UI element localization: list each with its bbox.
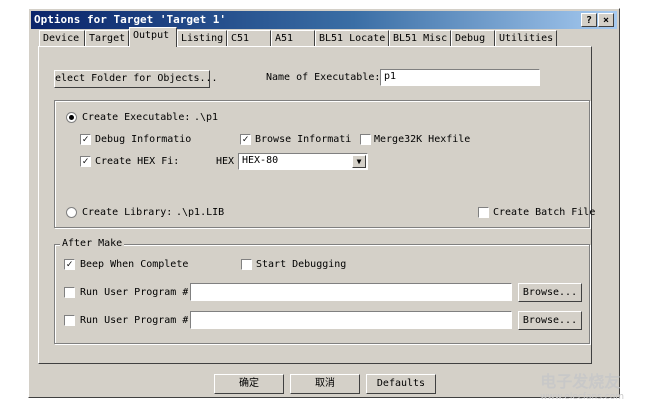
browse-info-checkbox[interactable]: ✓ — [240, 134, 251, 145]
create-library-path: .\p1.LIB — [176, 207, 225, 218]
tab-bl51-misc[interactable]: BL51 Misc — [389, 30, 451, 46]
name-of-executable-input[interactable]: p1 — [380, 69, 540, 86]
cancel-button[interactable]: 取消 — [290, 374, 360, 394]
title-bar: Options for Target 'Target 1' ? × — [31, 11, 617, 29]
check-icon: ✓ — [242, 134, 249, 145]
create-batch-checkbox[interactable] — [478, 207, 489, 218]
debug-info-checkbox[interactable]: ✓ — [80, 134, 91, 145]
select-folder-label: elect Folder for Objects... — [55, 73, 218, 84]
chevron-down-icon[interactable]: ▼ — [352, 155, 366, 168]
select-folder-button[interactable]: elect Folder for Objects... — [54, 70, 218, 88]
tab-bl51-locate[interactable]: BL51 Locate — [315, 30, 389, 46]
close-button[interactable]: × — [598, 13, 614, 27]
debug-info-label: Debug Informatio — [95, 134, 192, 145]
browse-1-button[interactable]: Browse... — [518, 283, 582, 302]
create-executable-label: Create Executable: — [82, 112, 191, 123]
hex-format-select[interactable]: HEX-80 ▼ — [238, 153, 368, 170]
tab-a51[interactable]: A51 — [271, 30, 315, 46]
tab-listing[interactable]: Listing — [177, 30, 227, 46]
create-executable-radio[interactable] — [66, 112, 77, 123]
check-icon: ✓ — [82, 156, 89, 167]
create-library-label: Create Library: — [82, 207, 173, 218]
beep-label: Beep When Complete — [80, 259, 189, 270]
tab-utilities[interactable]: Utilities — [495, 30, 557, 46]
tab-device[interactable]: Device — [39, 30, 85, 46]
tab-debug[interactable]: Debug — [451, 30, 495, 46]
browse-info-label: Browse Informati — [255, 134, 352, 145]
tab-target[interactable]: Target — [85, 30, 129, 46]
tab-c51[interactable]: C51 — [227, 30, 271, 46]
radio-selected-dot — [69, 115, 74, 120]
create-hex-checkbox[interactable]: ✓ — [80, 156, 91, 167]
create-executable-path: .\p1 — [194, 112, 219, 123]
browse-2-button[interactable]: Browse... — [518, 311, 582, 330]
window-title: Options for Target 'Target 1' — [34, 13, 227, 26]
name-of-executable-label: Name of Executable: — [266, 72, 381, 83]
watermark: 电子发烧友 www.elecfans.com — [540, 368, 624, 402]
beep-checkbox[interactable]: ✓ — [64, 259, 75, 270]
watermark-url: www.elecfans.com — [540, 392, 624, 402]
run-user-1-checkbox[interactable] — [64, 287, 75, 298]
run-user-2-checkbox[interactable] — [64, 315, 75, 326]
check-icon: ✓ — [66, 259, 73, 270]
help-button[interactable]: ? — [581, 13, 597, 27]
merge32k-label: Merge32K Hexfile — [374, 134, 471, 145]
after-make-legend: After Make — [60, 238, 125, 250]
watermark-brand: 电子发烧友 — [540, 372, 621, 391]
tab-output[interactable]: Output — [129, 27, 177, 47]
run-user-1-input[interactable] — [190, 283, 512, 301]
start-debugging-label: Start Debugging — [256, 259, 347, 270]
run-user-2-label: Run User Program #2 — [80, 315, 188, 326]
create-batch-label: Create Batch File — [493, 207, 596, 218]
create-hex-label: Create HEX Fi: — [95, 156, 180, 167]
check-icon: ✓ — [82, 134, 89, 145]
defaults-button[interactable]: Defaults — [366, 374, 436, 394]
run-user-1-label: Run User Program #1 — [80, 287, 188, 298]
start-debugging-checkbox[interactable] — [241, 259, 252, 270]
hex-format-label: HEX — [216, 156, 235, 167]
create-library-radio[interactable] — [66, 207, 77, 218]
run-user-2-input[interactable] — [190, 311, 512, 329]
merge32k-checkbox[interactable] — [360, 134, 371, 145]
hex-format-value: HEX-80 — [242, 155, 279, 166]
ok-button[interactable]: 确定 — [214, 374, 284, 394]
